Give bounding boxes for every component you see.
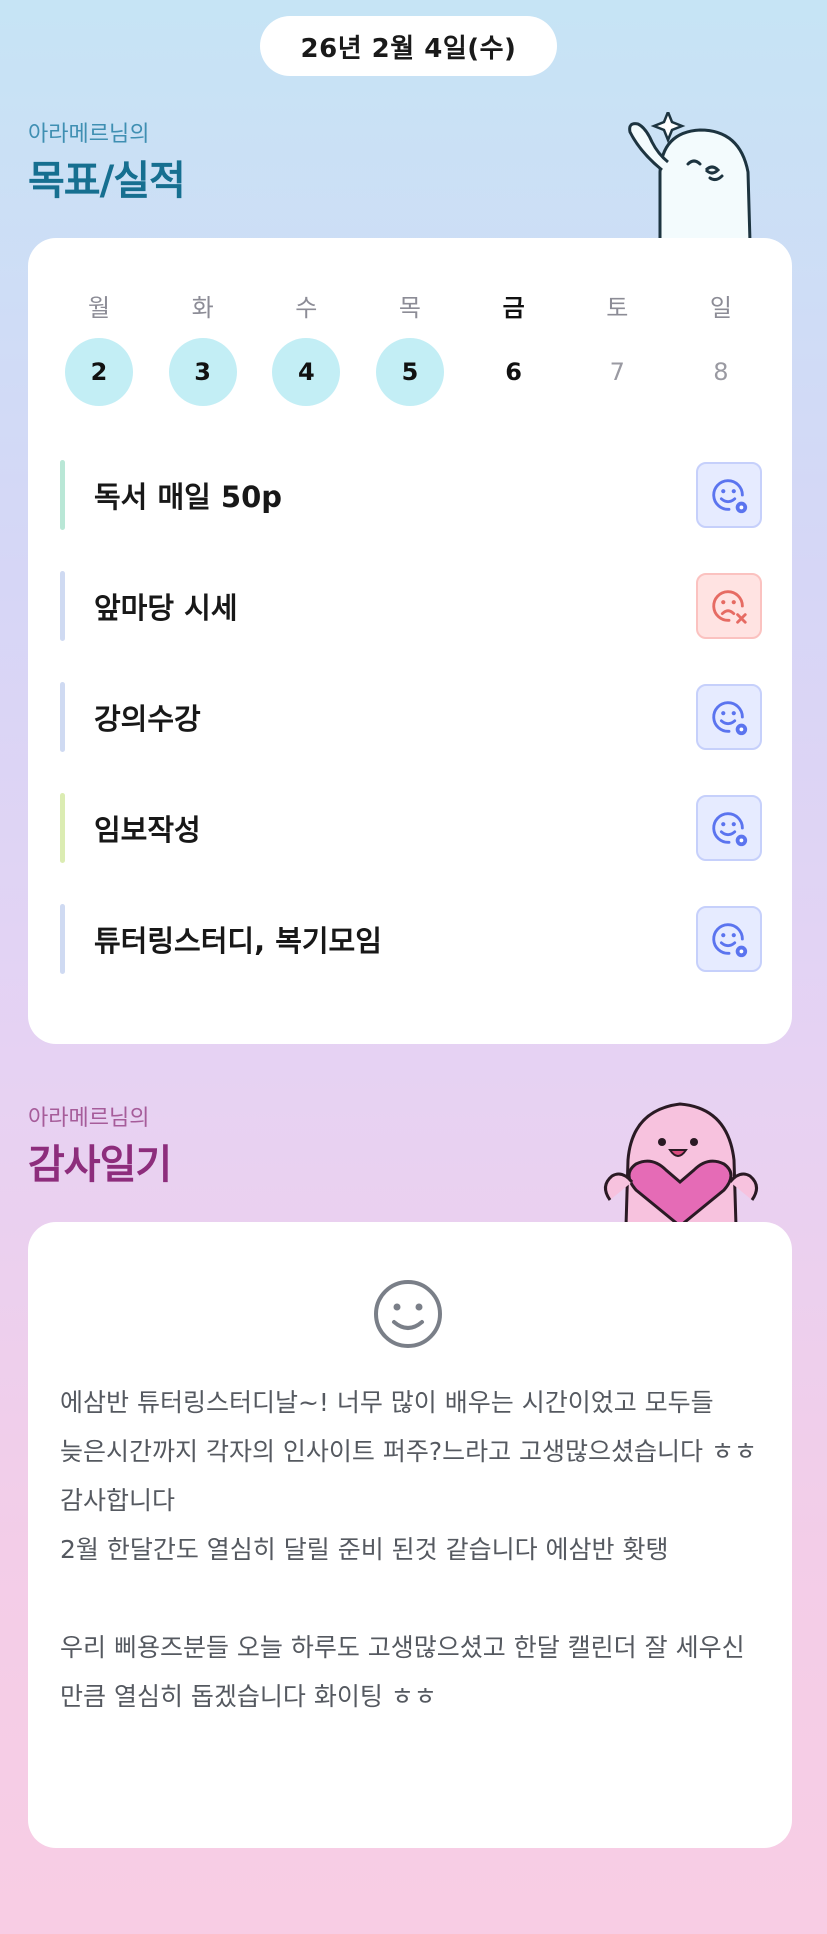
smile-check-icon[interactable] [696, 462, 762, 528]
calendar-day[interactable]: 월2 [64, 288, 134, 406]
diary-text: 에삼반 튜터링스터디날~! 너무 많이 배우는 시간이었고 모두들 늦은시간까지… [60, 1388, 758, 1711]
date-pill[interactable]: 26년 2월 4일(수) [260, 16, 557, 76]
smile-face-icon [374, 1280, 442, 1348]
calendar-day[interactable]: 목5 [375, 288, 445, 406]
smile-check-icon[interactable] [696, 684, 762, 750]
calendar-day[interactable]: 화3 [168, 288, 238, 406]
day-name-label: 금 [502, 294, 525, 322]
day-number[interactable]: 6 [480, 338, 548, 406]
goal-text: 임보작성 [94, 813, 201, 847]
heart-mascot-icon [604, 1102, 758, 1226]
goal-list: 독서 매일 50p 앞마당 시세강의수강임보작성튜터링스터디, 복기모임 [60, 460, 762, 1015]
day-name-label: 수 [295, 294, 318, 322]
smile-check-icon[interactable] [696, 795, 762, 861]
goal-section-title: 목표/실적 [28, 158, 186, 204]
day-number[interactable]: 3 [168, 338, 237, 406]
day-name-label: 일 [709, 294, 732, 322]
goal-card: 월2화3수4목5금6토7일8 독서 매일 50p 앞마당 시세 강의수강 임보작성 튜터… [28, 238, 792, 1044]
goal-color-bar [60, 793, 65, 863]
calendar-day[interactable]: 일8 [686, 288, 756, 406]
goal-text: 강의수강 [94, 702, 201, 736]
goal-owner-label: 아라메르님의 [28, 122, 150, 147]
smile-check-icon[interactable] [696, 906, 762, 972]
day-name-label: 목 [398, 294, 422, 322]
day-number[interactable]: 4 [272, 338, 341, 406]
day-number[interactable]: 5 [375, 338, 444, 406]
day-name-label: 토 [606, 294, 629, 322]
goal-text: 앞마당 시세 [94, 591, 238, 625]
thanks-section-title: 감사일기 [28, 1142, 172, 1188]
goal-row[interactable]: 강의수강 [60, 682, 762, 752]
goal-text: 튜터링스터디, 복기모임 [94, 924, 382, 958]
thanks-owner-label: 아라메르님의 [28, 1106, 150, 1131]
ghost-mascot-icon [628, 112, 752, 242]
calendar-day[interactable]: 수4 [271, 288, 341, 406]
day-number[interactable]: 2 [65, 338, 133, 406]
goal-row[interactable]: 앞마당 시세 [60, 571, 762, 641]
day-number[interactable]: 8 [687, 338, 755, 406]
thanks-card: 에삼반 튜터링스터디날~! 너무 많이 배우는 시간이었고 모두들 늦은시간까지… [28, 1222, 792, 1848]
day-name-label: 화 [191, 294, 214, 322]
goal-row[interactable]: 독서 매일 50p [60, 460, 762, 530]
calendar-day[interactable]: 금6 [479, 288, 549, 406]
day-name-label: 월 [87, 294, 111, 322]
sad-x-icon[interactable] [696, 573, 762, 639]
goal-color-bar [60, 571, 65, 641]
goal-color-bar [60, 682, 65, 752]
goal-text: 독서 매일 50p [94, 480, 283, 514]
calendar-day[interactable]: 토7 [582, 288, 652, 406]
goal-color-bar [60, 904, 65, 974]
goal-row[interactable]: 튜터링스터디, 복기모임 [60, 904, 762, 974]
day-number[interactable]: 7 [583, 338, 651, 406]
week-calendar: 월2화3수4목5금6토7일8 [64, 288, 756, 406]
goal-color-bar [60, 460, 65, 530]
goal-row[interactable]: 임보작성 [60, 793, 762, 863]
